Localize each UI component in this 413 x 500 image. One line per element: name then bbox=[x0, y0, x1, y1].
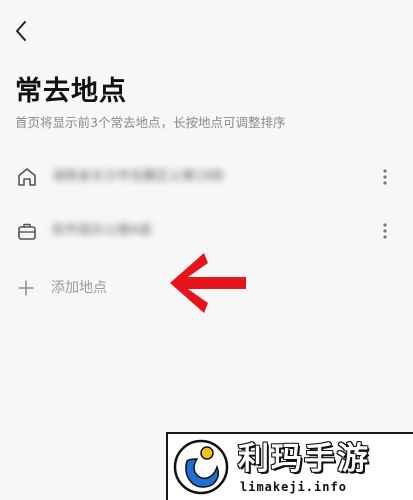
place-item-home[interactable]: 湖南省长沙市岳麓区公寓18栋 bbox=[0, 155, 413, 199]
briefcase-icon bbox=[18, 223, 36, 240]
page-title: 常去地点 bbox=[15, 76, 127, 107]
red-arrow-icon bbox=[170, 253, 246, 313]
watermark: 利玛手游 limakeji.info bbox=[166, 432, 413, 500]
place-address: 湖南省长沙市岳麓区公寓18栋 bbox=[52, 169, 225, 184]
page-subtitle: 首页将显示前3个常去地点，长按地点可调整排序 bbox=[15, 115, 286, 130]
place-item-work[interactable]: 软件园办公楼A座 bbox=[0, 209, 413, 253]
more-vertical-icon[interactable] bbox=[377, 167, 393, 187]
home-icon bbox=[18, 168, 36, 186]
add-place-label: 添加地点 bbox=[51, 280, 107, 296]
more-vertical-icon[interactable] bbox=[377, 221, 393, 241]
place-address: 软件园办公楼A座 bbox=[52, 223, 152, 238]
watermark-name: 利玛手游 bbox=[237, 440, 370, 478]
watermark-logo-icon bbox=[173, 439, 229, 495]
watermark-domain: limakeji.info bbox=[240, 480, 347, 494]
plus-icon bbox=[18, 280, 34, 296]
back-chevron-icon[interactable] bbox=[10, 18, 34, 44]
